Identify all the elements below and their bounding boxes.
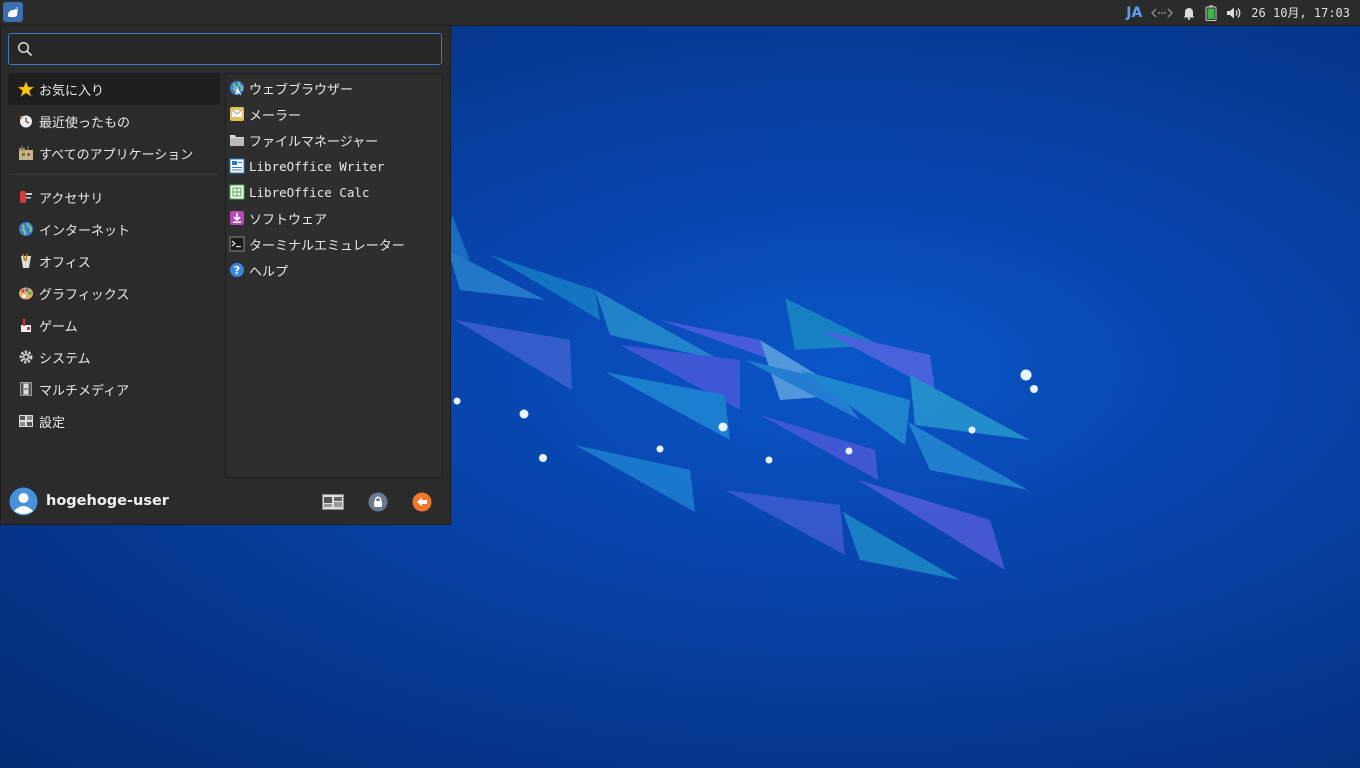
settings-manager-button[interactable] (322, 491, 344, 513)
app-label: LibreOffice Calc (249, 184, 370, 200)
system-icon (18, 349, 34, 365)
category-label: システム (39, 351, 91, 367)
top-panel: JA 26 10月, 17:03 (0, 0, 1360, 26)
lock-screen-button[interactable] (367, 491, 389, 513)
category-list: お気に入り 最近使ったもの すべてのアプリケーション アクセサリ インターネット… (8, 73, 220, 437)
writer-icon (229, 158, 245, 174)
app-terminal[interactable]: ターミナルエミュレーター (226, 231, 442, 257)
calc-icon (229, 184, 245, 200)
search-box[interactable] (8, 33, 442, 65)
multimedia-icon (18, 381, 34, 397)
category-label: すべてのアプリケーション (39, 147, 194, 163)
category-label: グラフィックス (39, 287, 130, 303)
category-label: お気に入り (39, 83, 105, 99)
search-input[interactable] (39, 38, 438, 62)
internet-icon (18, 221, 34, 237)
app-mailer[interactable]: メーラー (226, 101, 442, 127)
settings-manager-icon (322, 494, 344, 510)
category-label: ゲーム (39, 319, 78, 335)
app-label: LibreOffice Writer (249, 158, 385, 174)
category-label: インターネット (39, 223, 131, 239)
recent-icon (18, 113, 34, 129)
app-help[interactable]: ? ヘルプ (226, 257, 442, 283)
app-label: ウェブブラウザー (249, 82, 354, 98)
folder-icon (229, 132, 245, 148)
clock[interactable]: 26 10月, 17:03 (1251, 4, 1350, 21)
whisker-menu-button[interactable] (3, 2, 23, 22)
category-multimedia[interactable]: マルチメディア (8, 373, 220, 405)
volume-icon[interactable] (1226, 6, 1242, 20)
all-apps-icon (18, 145, 34, 161)
category-recent[interactable]: 最近使ったもの (8, 105, 220, 137)
app-label: ヘルプ (249, 264, 289, 280)
app-file-manager[interactable]: ファイルマネージャー (226, 127, 442, 153)
network-icon[interactable] (1151, 6, 1174, 20)
input-method-indicator[interactable]: JA (1126, 5, 1142, 21)
software-icon (229, 210, 245, 226)
app-label: メーラー (249, 108, 302, 124)
logout-icon (412, 492, 432, 512)
category-label: オフィス (39, 255, 91, 271)
category-graphics[interactable]: グラフィックス (8, 277, 220, 309)
graphics-icon (18, 285, 34, 301)
app-label: ファイルマネージャー (249, 134, 379, 150)
terminal-icon (229, 236, 245, 252)
category-label: 最近使ったもの (39, 115, 131, 131)
star-icon (18, 81, 34, 97)
notification-bell-icon[interactable] (1182, 6, 1196, 20)
app-web-browser[interactable]: ウェブブラウザー (226, 75, 442, 101)
category-system[interactable]: システム (8, 341, 220, 373)
web-browser-icon (229, 80, 245, 96)
category-label: 設定 (39, 415, 66, 431)
search-icon (17, 41, 33, 61)
mail-icon (229, 106, 245, 122)
category-games[interactable]: ゲーム (8, 309, 220, 341)
username: hogehoge-user (46, 493, 169, 509)
svg-text:?: ? (234, 264, 240, 277)
category-favorites[interactable]: お気に入り (8, 73, 220, 105)
app-label: ターミナルエミュレーター (249, 238, 405, 254)
games-icon (18, 317, 34, 333)
help-icon: ? (229, 262, 245, 278)
accessories-icon (18, 189, 34, 205)
avatar (9, 487, 38, 516)
category-all-apps[interactable]: すべてのアプリケーション (8, 137, 220, 169)
category-office[interactable]: オフィス (8, 245, 220, 277)
lock-icon (368, 492, 388, 512)
logout-button[interactable] (411, 491, 433, 513)
settings-icon (18, 413, 34, 429)
xfce-mouse-icon (8, 7, 18, 17)
app-label: ソフトウェア (249, 212, 328, 228)
category-internet[interactable]: インターネット (8, 213, 220, 245)
menu-footer: hogehoge-user (1, 484, 450, 524)
application-list: ウェブブラウザー メーラー ファイルマネージャー LibreOffice Wri… (225, 73, 443, 478)
app-software[interactable]: ソフトウェア (226, 205, 442, 231)
category-settings[interactable]: 設定 (8, 405, 220, 437)
office-icon (18, 253, 34, 269)
app-libreoffice-calc[interactable]: LibreOffice Calc (226, 179, 442, 205)
category-separator (10, 174, 218, 175)
app-libreoffice-writer[interactable]: LibreOffice Writer (226, 153, 442, 179)
category-label: マルチメディア (39, 383, 130, 399)
application-menu: お気に入り 最近使ったもの すべてのアプリケーション アクセサリ インターネット… (0, 25, 451, 525)
category-label: アクセサリ (39, 191, 104, 207)
category-accessories[interactable]: アクセサリ (8, 181, 220, 213)
battery-icon[interactable] (1205, 5, 1217, 21)
